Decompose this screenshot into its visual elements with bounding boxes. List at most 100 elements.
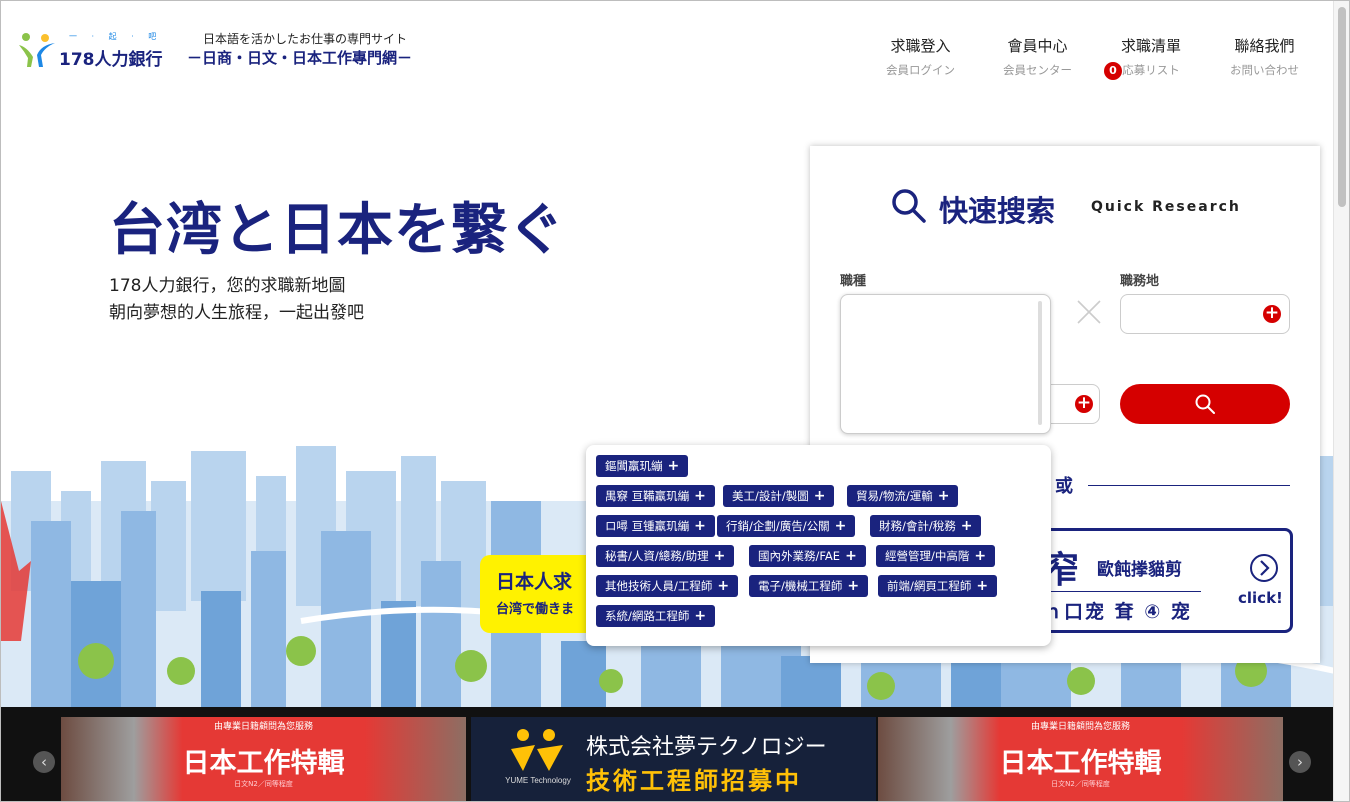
job-category-tag-label: ロ噚 亘锺羸玑繃 <box>605 519 690 533</box>
job-category-tag[interactable]: 經營管理/中高階 + <box>876 545 996 567</box>
hero-subtitle-2: 朝向夢想的人生旅程，一起出發吧 <box>109 303 364 323</box>
job-category-tag[interactable]: 貿易/物流/運輸 + <box>847 485 959 507</box>
banner-underline <box>1043 591 1201 592</box>
slide-top-text: 由專業日籍顧問為您服務 <box>213 722 313 732</box>
job-category-tag[interactable]: 財務/會計/稅務 + <box>870 515 982 537</box>
quick-search-title-en: Quick Research <box>1091 199 1241 215</box>
logo-text: 178人力銀行 <box>59 50 163 70</box>
slide-company-name: 株式会社夢テクノロジー <box>586 735 827 760</box>
slide-recruit-text: 技術工程師招募中 <box>586 767 802 795</box>
job-category-tag-label: 行銷/企劃/廣告/公關 <box>726 519 830 533</box>
location-input[interactable]: + <box>1120 294 1290 334</box>
page: 一 · 起 · 吧 178人力銀行 日本語を活かしたお仕事の専門サイト －日商・… <box>0 0 1350 802</box>
search-button[interactable] <box>1120 384 1290 424</box>
nav-contact-sub: お問い合わせ <box>1230 63 1299 77</box>
job-input-scrollbar[interactable] <box>1038 301 1042 425</box>
job-category-tag[interactable]: 禺竂 亘鞴羸玑繃 + <box>596 485 715 507</box>
nav-joblist-label: 求職清單 <box>1120 37 1181 55</box>
job-category-tag[interactable]: 美工/設計/製圖 + <box>723 485 835 507</box>
or-divider-line <box>1088 485 1290 486</box>
yume-logo-icon: YUME Technology <box>505 729 571 785</box>
slide-top-text: 由專業日籍顧問為您服務 <box>1030 722 1130 732</box>
scrollbar-thumb[interactable] <box>1338 7 1346 207</box>
plus-icon: + <box>974 548 987 564</box>
plus-icon: + <box>960 518 973 534</box>
carousel-slide[interactable]: 由專業日籍顧問為您服務 日本工作特輯 日文N2／同等程度 <box>878 717 1283 801</box>
job-category-tag[interactable]: 電子/機械工程師 + <box>749 575 869 597</box>
tagline-main: －日商・日文・日本工作專門網－ <box>187 49 413 67</box>
chevron-left-icon[interactable]: ‹ <box>33 751 55 773</box>
nav-job-list[interactable]: 求職清單 応募リスト 0 <box>1104 35 1186 80</box>
job-category-tag-label: 前端/網頁工程師 <box>887 579 972 593</box>
logo-dots: 一 · 起 · 吧 <box>69 32 163 41</box>
quick-search-title: 快速搜索 <box>939 194 1056 228</box>
job-category-tag-label: 禺竂 亘鞴羸玑繃 <box>605 489 690 503</box>
job-category-tag[interactable]: 鏂閶羸玑繃 + <box>596 455 689 477</box>
plus-icon: + <box>713 548 726 564</box>
job-category-tag[interactable]: 國內外業務/FAE + <box>749 545 866 567</box>
or-divider-text: 或 <box>1055 476 1073 497</box>
job-category-tag[interactable]: ロ噚 亘锺羸玑繃 + <box>596 515 715 537</box>
hero-subtitle-1: 178人力銀行，您的求職新地圖 <box>109 276 346 296</box>
banner-small-text: 歐飩搼貓剪 <box>1097 560 1182 580</box>
job-category-tag[interactable]: 秘書/人資/總務/助理 + <box>596 545 735 567</box>
banner-bottom-text: ｈ口宠 耷 ④ 宠 <box>1043 601 1192 623</box>
site-logo[interactable]: 一 · 起 · 吧 178人力銀行 <box>17 27 167 73</box>
job-category-tag[interactable]: 前端/網頁工程師 + <box>878 575 998 597</box>
job-category-tag-label: 電子/機械工程師 <box>758 579 843 593</box>
plus-circle-icon[interactable]: + <box>1075 395 1093 413</box>
nav-member-label: 會員中心 <box>1007 37 1068 55</box>
plus-icon: + <box>847 578 860 594</box>
nav-login-label: 求職登入 <box>890 37 951 55</box>
job-category-tag[interactable]: 行銷/企劃/廣告/公關 + <box>717 515 856 537</box>
plus-icon: + <box>813 488 826 504</box>
plus-icon: + <box>834 518 847 534</box>
nav-login-sub: 会員ログイン <box>886 63 955 77</box>
job-category-tag-label: 國內外業務/FAE <box>758 549 841 563</box>
carousel-slide[interactable]: 由專業日籍顧問為您服務 日本工作特輯 日文N2／同等程度 <box>61 717 466 801</box>
job-category-tag-label: 貿易/物流/運輸 <box>856 489 933 503</box>
nav-member-sub: 会員センター <box>1003 63 1072 77</box>
job-category-dropdown: 鏂閶羸玑繃 + 禺竂 亘鞴羸玑繃 + 美工/設計/製圖 + 貿易/物流/運輸 + ロ噚 … <box>586 445 1051 646</box>
nav-joblist-sub: 応募リスト <box>1122 63 1180 77</box>
slide-note-text: 日文N2／同等程度 <box>1051 780 1110 788</box>
nav-contact-label: 聯絡我們 <box>1234 37 1295 55</box>
job-category-tag-label: 鏂閶羸玑繃 <box>605 459 663 473</box>
job-category-tag[interactable]: 其他技術人員/工程師 + <box>596 575 739 597</box>
yume-logo-text: YUME Technology <box>505 776 571 785</box>
plus-icon: + <box>937 488 950 504</box>
job-category-tag-label: 其他技術人員/工程師 <box>605 579 713 593</box>
plus-icon: + <box>694 488 706 504</box>
nav-login[interactable]: 求職登入 会員ログイン <box>883 35 958 78</box>
hero-title: 台湾と日本を繋ぐ <box>109 198 565 263</box>
plus-icon: + <box>845 548 857 564</box>
plus-circle-icon[interactable]: + <box>1263 305 1281 323</box>
plus-icon: + <box>694 608 707 624</box>
job-category-tag[interactable]: 系統/網路工程師 + <box>596 605 716 627</box>
nav-contact[interactable]: 聯絡我們 お問い合わせ <box>1227 35 1302 78</box>
plus-icon: + <box>667 458 680 474</box>
nav-member-center[interactable]: 會員中心 会員センター <box>1000 35 1075 78</box>
location-label: 職務地 <box>1120 274 1160 289</box>
job-category-input[interactable] <box>840 294 1051 434</box>
job-category-label: 職種 <box>840 274 867 289</box>
job-category-tag-label: 系統/網路工程師 <box>605 609 690 623</box>
search-icon <box>1195 394 1215 414</box>
banner-click-label: click! <box>1238 589 1283 607</box>
slide-note-text: 日文N2／同等程度 <box>234 780 293 788</box>
job-category-tag-label: 財務/會計/稅務 <box>879 519 956 533</box>
chevron-right-icon <box>1250 554 1278 582</box>
tagline-top: 日本語を活かしたお仕事の専門サイト <box>203 32 408 46</box>
plus-icon: + <box>717 578 730 594</box>
logo-figure-icon <box>19 33 55 67</box>
carousel-slide[interactable]: YUME Technology 株式会社夢テクノロジー 技術工程師招募中 <box>471 717 876 801</box>
close-icon[interactable] <box>1076 299 1102 325</box>
feature-banner-link[interactable]: 窄 歐飩搼貓剪 ｈ口宠 耷 ④ 宠 click! <box>1010 528 1293 633</box>
slide-main-text: 日本工作特輯 <box>999 748 1162 779</box>
job-category-tag-label: 秘書/人資/總務/助理 <box>605 549 709 563</box>
plus-icon: + <box>976 578 989 594</box>
plus-icon: + <box>694 518 706 534</box>
page-scrollbar[interactable] <box>1333 1 1349 801</box>
job-list-count-badge: 0 <box>1104 62 1122 80</box>
chevron-right-icon[interactable]: › <box>1289 751 1311 773</box>
